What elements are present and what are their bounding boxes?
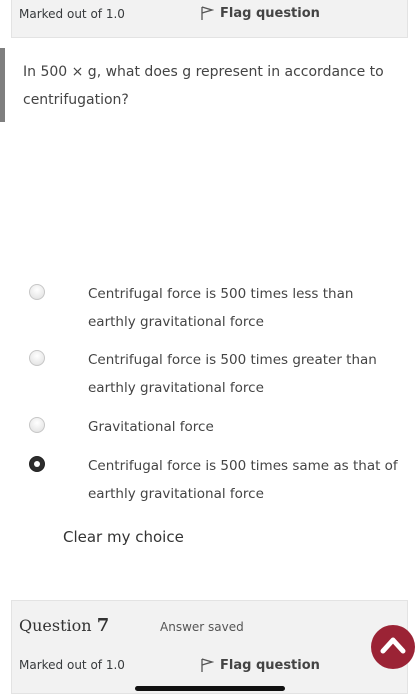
radio-button-selected[interactable] (29, 456, 45, 472)
chevron-up-icon (380, 635, 406, 659)
option-label: Centrifugal force is 500 times same as t… (88, 458, 398, 502)
question-indicator-bar (0, 48, 5, 122)
flag-question-button[interactable]: Flag question (200, 657, 320, 673)
flag-question-label: Flag question (220, 657, 320, 673)
flag-icon (200, 5, 214, 21)
radio-button[interactable] (29, 350, 45, 366)
answer-status: Answer saved (160, 620, 244, 634)
question-text: In 500 × g, what does g represent in acc… (23, 64, 384, 108)
question-prefix: Question (19, 616, 92, 635)
home-indicator[interactable] (135, 686, 285, 691)
question-number-value: 7 (96, 615, 110, 636)
marked-out-of-text: Marked out of 1.0 (19, 658, 125, 672)
question-number: Question 7 (19, 615, 109, 636)
previous-question-info: Marked out of 1.0 Flag question (11, 0, 408, 38)
back-to-top-button[interactable] (371, 625, 415, 669)
option-label: Centrifugal force is 500 times less than… (88, 286, 354, 330)
flag-icon (200, 657, 214, 673)
next-question-info: Question 7 Answer saved Marked out of 1.… (11, 600, 408, 694)
marked-out-of-text: Marked out of 1.0 (19, 7, 125, 21)
option-label: Gravitational force (88, 419, 214, 435)
clear-choice-link[interactable]: Clear my choice (63, 528, 184, 546)
flag-question-label: Flag question (220, 5, 320, 21)
radio-button[interactable] (29, 284, 45, 300)
option-label: Centrifugal force is 500 times greater t… (88, 352, 377, 396)
radio-button[interactable] (29, 417, 45, 433)
flag-question-button[interactable]: Flag question (200, 5, 320, 21)
